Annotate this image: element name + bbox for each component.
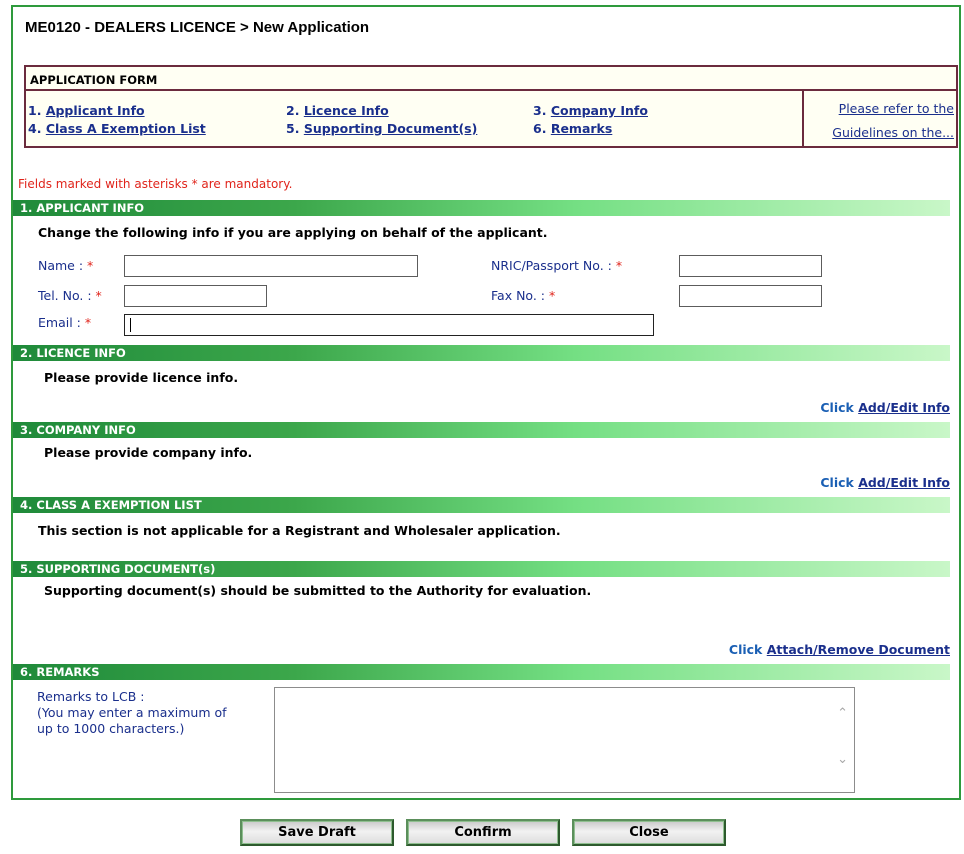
- page-title: ME0120 - DEALERS LICENCE > New Applicati…: [25, 19, 370, 36]
- licence-instruction: Please provide licence info.: [44, 370, 239, 385]
- guidelines-link-line1[interactable]: Please refer to the: [839, 101, 954, 116]
- nav-link-class-a-exemption[interactable]: Class A Exemption List: [46, 121, 206, 136]
- nric-passport-input[interactable]: [679, 255, 822, 277]
- confirm-button[interactable]: Confirm: [406, 819, 560, 846]
- section-header-applicant-info: 1. APPLICANT INFO: [13, 200, 950, 216]
- nav-item-company-info[interactable]: 3. Company Info: [533, 103, 648, 118]
- email-input[interactable]: [124, 314, 654, 336]
- documents-instruction: Supporting document(s) should be submitt…: [44, 583, 592, 598]
- name-label: Name : *: [38, 258, 94, 273]
- scroll-down-icon[interactable]: ⌄: [837, 752, 848, 767]
- save-draft-button[interactable]: Save Draft: [240, 819, 394, 846]
- nav-link-remarks[interactable]: Remarks: [551, 121, 612, 136]
- section-nav: 1. Applicant Info 2. Licence Info 3. Com…: [26, 91, 802, 146]
- name-input[interactable]: [124, 255, 418, 277]
- nav-item-class-a-exemption[interactable]: 4. Class A Exemption List: [28, 121, 206, 136]
- section-header-class-a-exemption: 4. CLASS A EXEMPTION LIST: [13, 497, 950, 513]
- required-asterisk: *: [95, 288, 102, 303]
- text-caret: [130, 318, 131, 332]
- application-form-box: APPLICATION FORM 1. Applicant Info 2. Li…: [24, 65, 958, 148]
- fax-input[interactable]: [679, 285, 822, 307]
- fax-label: Fax No. : *: [491, 288, 556, 303]
- scroll-up-icon[interactable]: ⌃: [837, 706, 848, 721]
- guidelines-link-line2[interactable]: Guidelines on the...: [832, 125, 954, 140]
- company-add-edit: Click Add/Edit Info: [820, 475, 950, 490]
- section-header-remarks: 6. REMARKS: [13, 664, 950, 680]
- nav-link-licence-info[interactable]: Licence Info: [304, 103, 389, 118]
- tel-input[interactable]: [124, 285, 267, 307]
- documents-attach-remove: Click Attach/Remove Document: [728, 642, 950, 657]
- company-add-edit-link[interactable]: Add/Edit Info: [858, 475, 950, 490]
- licence-add-edit-link[interactable]: Add/Edit Info: [858, 400, 950, 415]
- email-label: Email : *: [38, 315, 92, 330]
- exemption-instruction: This section is not applicable for a Reg…: [38, 523, 561, 538]
- company-instruction: Please provide company info.: [44, 445, 253, 460]
- remarks-textarea[interactable]: ⌃ ⌄: [274, 687, 855, 793]
- licence-add-edit: Click Add/Edit Info: [820, 400, 950, 415]
- nav-item-licence-info[interactable]: 2. Licence Info: [286, 103, 389, 118]
- guidelines-ref: Please refer to the Guidelines on the...: [802, 91, 956, 146]
- applicant-instruction: Change the following info if you are app…: [38, 225, 548, 240]
- close-button[interactable]: Close: [572, 819, 726, 846]
- mandatory-note: Fields marked with asterisks * are manda…: [18, 177, 293, 191]
- nav-link-company-info[interactable]: Company Info: [551, 103, 648, 118]
- section-header-company-info: 3. COMPANY INFO: [13, 422, 950, 438]
- application-form-heading: APPLICATION FORM: [26, 67, 956, 91]
- required-asterisk: *: [549, 288, 556, 303]
- section-header-supporting-documents: 5. SUPPORTING DOCUMENT(s): [13, 561, 950, 577]
- documents-attach-remove-link[interactable]: Attach/Remove Document: [767, 642, 950, 657]
- nav-link-applicant-info[interactable]: Applicant Info: [46, 103, 145, 118]
- nav-item-applicant-info[interactable]: 1. Applicant Info: [28, 103, 145, 118]
- nav-item-remarks[interactable]: 6. Remarks: [533, 121, 612, 136]
- nav-link-supporting-documents[interactable]: Supporting Document(s): [304, 121, 478, 136]
- required-asterisk: *: [87, 258, 94, 273]
- section-header-licence-info: 2. LICENCE INFO: [13, 345, 950, 361]
- required-asterisk: *: [615, 258, 623, 273]
- remarks-label: Remarks to LCB : (You may enter a maximu…: [37, 689, 227, 736]
- nav-item-supporting-documents[interactable]: 5. Supporting Document(s): [286, 121, 477, 136]
- tel-label: Tel. No. : *: [38, 288, 102, 303]
- required-asterisk: *: [84, 315, 92, 330]
- nric-label: NRIC/Passport No. : *: [491, 258, 623, 273]
